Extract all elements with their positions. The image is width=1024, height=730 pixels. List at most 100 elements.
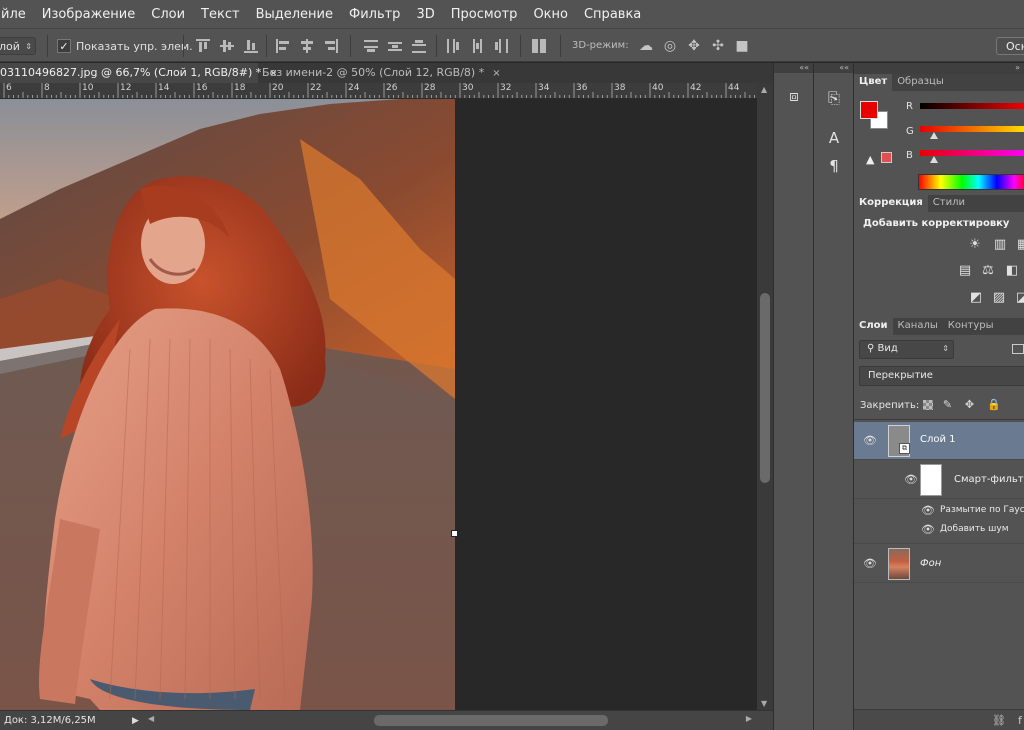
vertical-scrollbar[interactable]: ▲ ▼ <box>757 83 773 710</box>
menu-file[interactable]: йле <box>0 7 34 22</box>
layer-row-background[interactable]: 👁 Фон <box>854 543 1024 583</box>
3d-roll-icon[interactable]: ◎ <box>661 38 679 54</box>
scroll-up-icon[interactable]: ▲ <box>761 85 767 94</box>
collapse-icon[interactable]: «« <box>774 63 813 73</box>
status-menu-arrow[interactable]: ▶ <box>132 716 148 726</box>
menu-view[interactable]: Просмотр <box>443 7 526 22</box>
levels-icon[interactable]: ▥ <box>992 237 1008 253</box>
tab-document-2[interactable]: Без имени-2 @ 50% (Слой 12, RGB/8) * × <box>262 63 507 83</box>
balance-icon[interactable]: ⚖ <box>980 263 996 279</box>
channel-g-label: G <box>906 126 914 137</box>
menu-image[interactable]: Изображение <box>34 7 143 22</box>
align-vcenter-icon[interactable] <box>220 39 234 53</box>
ruler-label: 26 <box>386 83 398 93</box>
blend-mode-dropdown[interactable]: Перекрытие <box>859 366 1024 386</box>
auto-align-icon[interactable] <box>532 39 546 53</box>
workspace-button[interactable]: Осно <box>996 37 1024 55</box>
eye-icon[interactable]: 👁 <box>862 558 878 570</box>
3d-camera-icon[interactable]: ■ <box>733 38 751 54</box>
document-canvas[interactable] <box>0 99 757 710</box>
eye-icon[interactable]: 👁 <box>903 474 919 486</box>
scroll-down-icon[interactable]: ▼ <box>761 699 767 708</box>
menu-select[interactable]: Выделение <box>248 7 341 22</box>
filter-row-gaussian-blur[interactable]: 👁 Размытие по Гаусс <box>854 502 1024 520</box>
menu-type[interactable]: Текст <box>193 7 248 22</box>
tab-channels[interactable]: Каналы <box>893 318 943 335</box>
menu-layers[interactable]: Слои <box>143 7 193 22</box>
lock-transparency-icon[interactable] <box>923 400 933 410</box>
3d-pan-icon[interactable]: ✥ <box>685 38 703 54</box>
transform-handle[interactable] <box>451 530 458 537</box>
brush-icon[interactable]: ✎ <box>941 398 954 411</box>
scroll-thumb[interactable] <box>374 715 608 726</box>
eye-icon[interactable]: 👁 <box>920 524 936 536</box>
scroll-left-icon[interactable]: ◀ <box>148 714 154 723</box>
paragraph-icon[interactable]: ¶ <box>822 155 846 177</box>
gradient-map-icon[interactable]: ▨ <box>991 290 1007 306</box>
curves-icon[interactable]: ▦ <box>1015 237 1024 253</box>
color-balance-icon[interactable]: ▤ <box>957 263 973 279</box>
selective-color-icon[interactable]: ◪ <box>1014 290 1024 306</box>
show-transform-controls[interactable]: ✓ Показать упр. элем. <box>57 37 193 55</box>
slider-thumb-icon[interactable] <box>930 156 938 163</box>
tab-paths[interactable]: Контуры <box>943 318 999 335</box>
color-spectrum[interactable] <box>918 174 1024 190</box>
distribute-hcenter-icon[interactable] <box>470 39 484 53</box>
eye-icon[interactable]: 👁 <box>862 435 878 447</box>
collapse-icon[interactable]: » <box>854 63 1024 74</box>
align-hcenter-icon[interactable] <box>300 39 314 53</box>
menu-filter[interactable]: Фильтр <box>341 7 408 22</box>
layer-row-layer1[interactable]: 👁 ⧉ Слой 1 <box>854 422 1024 460</box>
tab-adjustments[interactable]: Коррекция <box>854 195 928 212</box>
align-top-icon[interactable] <box>196 39 210 53</box>
scroll-thumb[interactable] <box>760 293 770 483</box>
tab-layers[interactable]: Слои <box>854 318 893 335</box>
distribute-bottom-icon[interactable] <box>412 39 426 53</box>
auto-select-dropdown[interactable]: лой ⇕ <box>0 37 36 55</box>
align-right-icon[interactable] <box>324 39 338 53</box>
brightness-icon[interactable]: ☀ <box>967 237 983 253</box>
image-filter-icon[interactable] <box>1012 344 1024 354</box>
filter-row-add-noise[interactable]: 👁 Добавить шум <box>854 521 1024 539</box>
collapse-icon[interactable]: «« <box>814 63 853 73</box>
3d-rotate-icon[interactable]: ☁ <box>637 38 655 54</box>
gamut-warning-icon[interactable]: ▲ <box>866 153 874 166</box>
tab-styles[interactable]: Стили <box>928 195 970 212</box>
tab-swatches[interactable]: Образцы <box>892 74 949 91</box>
move-icon[interactable]: ✥ <box>963 398 976 411</box>
3d-slide-icon[interactable]: ✣ <box>709 38 727 54</box>
menu-help[interactable]: Справка <box>576 7 649 22</box>
channel-r-slider[interactable] <box>920 103 1024 109</box>
scroll-right-icon[interactable]: ▶ <box>746 714 752 723</box>
distribute-right-icon[interactable] <box>494 39 508 53</box>
distribute-left-icon[interactable] <box>446 39 460 53</box>
menu-3d[interactable]: 3D <box>408 7 442 22</box>
tab-document-1[interactable]: 03110496827.jpg @ 66,7% (Слой 1, RGB/8#)… <box>0 63 278 83</box>
link-icon[interactable]: ⛓ <box>992 714 1006 727</box>
history-icon[interactable]: ⎘ <box>822 87 846 109</box>
align-bottom-icon[interactable] <box>244 39 258 53</box>
layer-row-smart-filters[interactable]: 👁 Смарт-фильтры <box>854 461 1024 499</box>
character-icon[interactable]: A <box>822 127 846 149</box>
foreground-color-swatch[interactable] <box>860 101 878 119</box>
distribute-vcenter-icon[interactable] <box>388 39 402 53</box>
menu-window[interactable]: Окно <box>525 7 576 22</box>
3d-panel-icon[interactable]: ⧈ <box>782 85 806 107</box>
invert-icon[interactable]: ◩ <box>968 290 984 306</box>
close-icon[interactable]: × <box>492 68 500 79</box>
layer-filter-dropdown[interactable]: ⚲ Вид ⇕ <box>859 340 954 359</box>
checkbox-checked-icon[interactable]: ✓ <box>57 39 71 53</box>
black-white-icon[interactable]: ◧ <box>1004 263 1020 279</box>
tab-color[interactable]: Цвет <box>854 74 893 91</box>
slider-thumb-icon[interactable] <box>930 132 938 139</box>
gamut-swatch[interactable] <box>881 152 892 163</box>
ruler-label: 42 <box>690 83 702 93</box>
ruler-label: 40 <box>652 83 664 93</box>
horizontal-scrollbar[interactable]: ◀ ▶ <box>148 714 752 727</box>
eye-icon[interactable]: 👁 <box>920 505 936 517</box>
separator <box>350 35 351 57</box>
fx-icon[interactable]: f <box>1018 714 1022 727</box>
align-left-icon[interactable] <box>276 39 290 53</box>
lock-icon[interactable]: 🔒 <box>987 398 1001 411</box>
distribute-top-icon[interactable] <box>364 39 378 53</box>
